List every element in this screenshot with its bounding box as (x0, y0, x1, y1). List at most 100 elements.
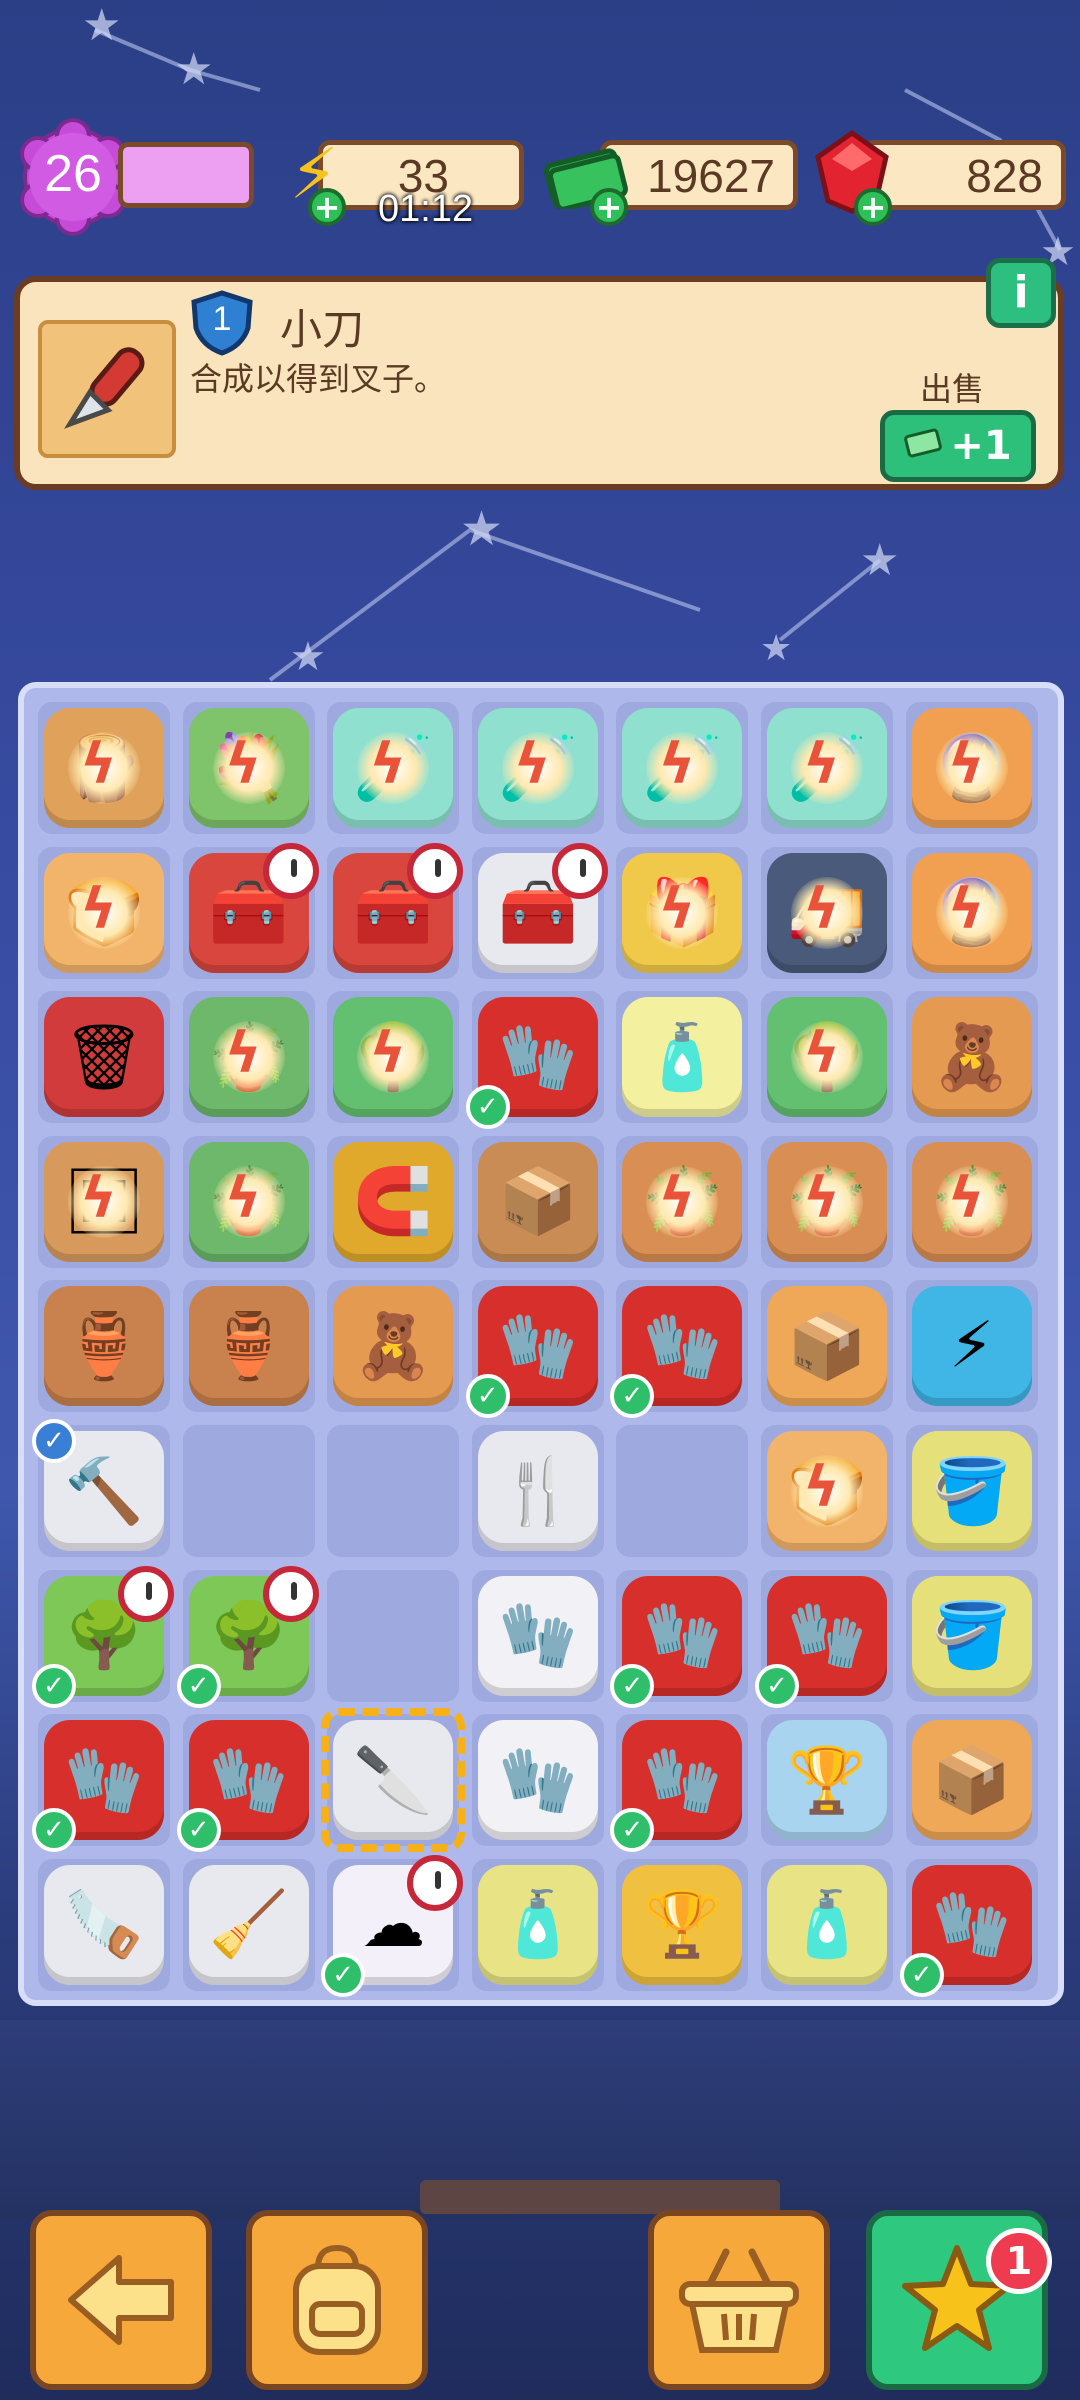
board-cell[interactable]: 🧰 (327, 842, 464, 979)
board-cell[interactable]: 🌳 ✓ (176, 1565, 319, 1708)
parcel-icon[interactable]: 📦 (767, 1286, 887, 1407)
board-cell[interactable]: 🧤 ✓ (176, 1714, 315, 1853)
board-cell[interactable]: 🪣 (905, 1569, 1038, 1702)
board-cell[interactable]: 🔮ϟ (905, 846, 1038, 979)
lightning-lock-icon: ϟ (224, 1165, 262, 1231)
horseshoe-icon[interactable]: 🧲 (333, 1141, 454, 1262)
board-cell[interactable]: 🧤 (471, 1714, 604, 1847)
sell-button[interactable]: +1 (880, 410, 1036, 482)
clay-pot-icon[interactable]: 🏺 (44, 1286, 164, 1407)
board-cell[interactable]: 🪴ϟ (616, 1135, 749, 1268)
broken-pot-icon[interactable]: 🏺 (188, 1286, 309, 1407)
crystal-trophy-icon[interactable]: 🏆 (767, 1720, 887, 1841)
board-cell[interactable]: 🔪 (321, 1708, 466, 1853)
lotion-bottle-icon[interactable]: 🧴 (622, 997, 743, 1118)
energy-orb-icon[interactable]: ⚡ (911, 1286, 1032, 1407)
white-glove-pair-icon[interactable]: 🧤 (477, 1720, 598, 1841)
add-energy-button[interactable]: + (308, 188, 346, 226)
board-cell[interactable]: 🧰 (182, 842, 319, 979)
board-cell[interactable]: 🧹 (182, 1858, 315, 1991)
board-cell[interactable]: 🧤 ✓ (610, 1280, 749, 1419)
lightning-lock-icon: ϟ (369, 732, 407, 797)
board-cell[interactable]: 🧤 ✓ (465, 991, 604, 1130)
info-button[interactable]: i (986, 258, 1056, 328)
board-cell[interactable]: 🧪ϟ (616, 702, 749, 834)
board-cell[interactable]: 🧰 (471, 842, 608, 979)
board-cell[interactable]: 🧪ϟ (471, 702, 604, 834)
checkmark-icon: ✓ (465, 1374, 510, 1419)
board-cell[interactable]: 🖼ϟ (38, 1135, 170, 1268)
board-cell[interactable]: 🪴ϟ (182, 1135, 315, 1268)
saw-icon[interactable]: 🪚 (44, 1864, 164, 1985)
backpack-button[interactable] (246, 2210, 428, 2390)
board-cell[interactable]: 🌳ϟ (761, 991, 893, 1124)
add-cash-button[interactable]: + (590, 188, 628, 226)
empty-board-cell[interactable] (182, 1425, 315, 1557)
garden-fork-icon[interactable]: 🍴 (477, 1431, 598, 1551)
teddy-bear-icon[interactable]: 🧸 (333, 1286, 454, 1407)
add-gems-button[interactable]: + (854, 188, 892, 226)
board-cell[interactable]: 🔨 ✓ (32, 1419, 170, 1557)
empty-board-cell[interactable] (616, 1425, 749, 1557)
board-cell[interactable]: 🪣 (905, 1425, 1038, 1557)
basket-button[interactable] (648, 2210, 830, 2390)
board-cell[interactable]: 📦 (905, 1714, 1038, 1847)
back-button[interactable] (30, 2210, 212, 2390)
board-cell[interactable]: 🧪ϟ (327, 702, 460, 834)
board-cell[interactable]: 🎁ϟ (616, 846, 749, 979)
board-cell[interactable]: 🧪ϟ (761, 702, 893, 834)
board-cell[interactable]: 🧲 (327, 1135, 460, 1268)
board-cell[interactable]: 🧴 (616, 991, 749, 1124)
board-cell[interactable]: 🍞ϟ (761, 1425, 893, 1557)
level-badge-icon[interactable]: 26 (14, 118, 132, 236)
board-cell[interactable]: 🏆 (616, 1858, 749, 1991)
board-cell[interactable]: 🧴 (761, 1858, 893, 1991)
board-cell[interactable]: 💐ϟ (182, 702, 315, 834)
board-cell[interactable]: 🧸 (905, 991, 1038, 1124)
board-cell[interactable]: 🧤 ✓ (755, 1569, 893, 1708)
board-cell[interactable]: 🔮ϟ (905, 702, 1038, 834)
soap-bottle-icon[interactable]: 🧴 (477, 1864, 598, 1985)
board-cell[interactable]: 🧤 ✓ (465, 1280, 604, 1419)
board-cell[interactable]: 🧤 ✓ (899, 1858, 1038, 1997)
empty-board-cell[interactable] (327, 1569, 460, 1702)
board-cell[interactable]: 🏆 (761, 1714, 893, 1847)
board-cell[interactable]: ⚡ (905, 1280, 1038, 1413)
board-cell[interactable]: 🧸 (327, 1280, 460, 1413)
board-cell[interactable]: 🪴ϟ (761, 1135, 893, 1268)
board-cell[interactable]: 🧤 (471, 1569, 604, 1702)
bucket-icon[interactable]: 🪣 (911, 1575, 1032, 1696)
board-cell[interactable]: 🍞ϟ (38, 846, 170, 979)
board-cell[interactable]: 🧴 (471, 1858, 604, 1991)
spray-bottle-icon[interactable]: 🧴 (767, 1864, 887, 1985)
red-bin-icon[interactable]: 🗑 (44, 997, 164, 1118)
board-cell[interactable]: 🏺 (38, 1280, 170, 1413)
white-glove-icon[interactable]: 🧤 (477, 1575, 598, 1696)
board-cell[interactable]: 🧤 ✓ (610, 1714, 749, 1853)
board-cell[interactable]: 🧤 ✓ (32, 1714, 170, 1853)
board-cell[interactable]: 🏺 (182, 1280, 315, 1413)
wooden-crates-icon[interactable]: 📦 (477, 1141, 598, 1262)
rake-icon[interactable]: 🧹 (188, 1864, 309, 1985)
board-cell[interactable]: 🧤 ✓ (610, 1569, 749, 1708)
board-cell[interactable]: 🍴 (471, 1425, 604, 1557)
board-cell[interactable]: 🪵ϟ (38, 702, 170, 834)
parcel-stack-icon[interactable]: 📦 (911, 1720, 1032, 1841)
board-cell[interactable]: 📦 (761, 1280, 893, 1413)
board-cell[interactable]: ☁ ✓ (321, 1854, 464, 1997)
item-description: 合成以得到叉子。 (190, 360, 447, 398)
board-cell[interactable]: 🪚 (38, 1858, 170, 1991)
checkmark-icon: ✓ (176, 1663, 221, 1708)
star-trophy-icon[interactable]: 🏆 (622, 1864, 743, 1985)
board-cell[interactable]: 🌳 ✓ (32, 1565, 174, 1708)
board-cell[interactable]: 📦 (471, 1135, 604, 1268)
teddy-bear-honey-icon[interactable]: 🧸 (911, 997, 1032, 1118)
empty-board-cell[interactable] (327, 1425, 460, 1557)
board-cell[interactable]: 🌳ϟ (327, 991, 460, 1124)
lightning-lock-icon: ϟ (658, 1165, 696, 1231)
board-cell[interactable]: 🚚ϟ (761, 846, 893, 979)
board-cell[interactable]: 🗑 (38, 991, 170, 1124)
board-cell[interactable]: 🪴ϟ (182, 991, 315, 1124)
bucket-small-icon[interactable]: 🪣 (911, 1431, 1032, 1551)
board-cell[interactable]: 🪴ϟ (905, 1135, 1038, 1268)
